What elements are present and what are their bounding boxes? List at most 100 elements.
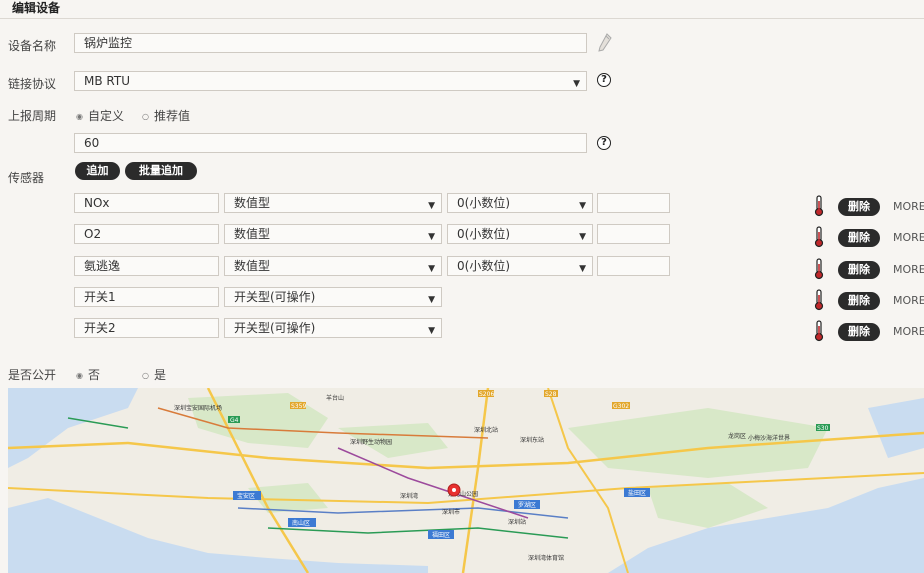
delete-sensor-button[interactable]: 删除: [838, 292, 880, 310]
more-link[interactable]: MORE: [893, 263, 924, 276]
sensor-type-select[interactable]: 数值型 ▼: [224, 193, 442, 213]
sensors-label: 传感器: [8, 171, 45, 185]
radio-recommended[interactable]: ○ 推荐值: [142, 107, 190, 124]
report-cycle-input[interactable]: 60: [74, 133, 587, 153]
map-place-label: 深圳市: [442, 508, 460, 516]
map-place-label: 深圳野生动物园: [350, 438, 392, 446]
chevron-down-icon: ▼: [428, 326, 435, 336]
sensor-type-select[interactable]: 开关型(可操作) ▼: [224, 287, 442, 307]
delete-sensor-button[interactable]: 删除: [838, 261, 880, 279]
chevron-down-icon: ▼: [579, 232, 586, 242]
chevron-down-icon: ▼: [428, 264, 435, 274]
page-header: 编辑设备: [0, 0, 924, 19]
protocol-value: MB RTU: [84, 74, 130, 88]
sensor-decimal-select[interactable]: 0(小数位) ▼: [447, 224, 593, 244]
chevron-down-icon: ▼: [579, 201, 586, 211]
map-road-badge: S359: [291, 403, 306, 410]
sensor-name-input[interactable]: 氨逃逸: [74, 256, 219, 276]
radio-selected-icon: ◉: [76, 371, 83, 380]
delete-sensor-button[interactable]: 删除: [838, 229, 880, 247]
chevron-down-icon: ▼: [579, 264, 586, 274]
delete-sensor-button[interactable]: 删除: [838, 198, 880, 216]
map-district-badge: 福田区: [432, 531, 450, 539]
radio-unselected-icon: ○: [142, 371, 149, 380]
question-circle-icon[interactable]: ?: [597, 73, 611, 87]
thermometer-icon: [814, 226, 824, 248]
more-link[interactable]: MORE: [893, 294, 924, 307]
edit-device-page: 编辑设备 设备名称 锅炉监控 链接协议 MB RTU ▼ ? 上报周期 ◉ 自定义…: [0, 0, 924, 573]
delete-sensor-button[interactable]: 删除: [838, 323, 880, 341]
sensor-unit-input[interactable]: [597, 224, 670, 244]
sensor-decimal-value: 0(小数位): [457, 259, 510, 273]
sensor-type-value: 数值型: [234, 227, 271, 241]
sensor-decimal-select[interactable]: 0(小数位) ▼: [447, 193, 593, 213]
map-place-label: 深圳北站: [474, 426, 498, 434]
public-label: 是否公开: [8, 368, 57, 382]
protocol-select[interactable]: MB RTU ▼: [74, 71, 587, 91]
sensor-unit-input[interactable]: [597, 193, 670, 213]
radio-custom[interactable]: ◉ 自定义: [76, 107, 124, 124]
chevron-down-icon: ▼: [573, 79, 580, 89]
radio-public-yes-label: 是: [154, 368, 167, 382]
chevron-down-icon: ▼: [428, 295, 435, 305]
protocol-label: 链接协议: [8, 77, 57, 91]
map-district-badge: 宝安区: [237, 492, 255, 500]
map-place-label: 深圳站: [508, 518, 526, 526]
radio-selected-icon: ◉: [76, 112, 83, 121]
more-link[interactable]: MORE: [893, 325, 924, 338]
map-place-label: 深圳湾: [400, 492, 418, 500]
page-title: 编辑设备: [12, 1, 61, 15]
map-pin-icon[interactable]: [447, 483, 461, 497]
pencil-icon[interactable]: [597, 33, 613, 53]
sensor-type-value: 数值型: [234, 196, 271, 210]
map-place-label: 深圳宝安国际机场: [174, 404, 222, 412]
map-place-label: 龙岗区: [728, 432, 746, 440]
sensor-type-select[interactable]: 数值型 ▼: [224, 224, 442, 244]
thermometer-icon: [814, 195, 824, 217]
device-name-label: 设备名称: [8, 39, 57, 53]
location-map[interactable]: 宝安区 南山区 福田区 罗湖区 盐田区 G4 S359 S206 S28 G30…: [8, 388, 924, 573]
sensor-name-input[interactable]: 开关1: [74, 287, 219, 307]
map-place-label: 深圳湾体育馆: [528, 554, 564, 562]
radio-unselected-icon: ○: [142, 112, 149, 121]
sensor-type-value: 数值型: [234, 259, 271, 273]
map-place-label: 羊台山: [326, 394, 344, 402]
map-road-badge: G4: [230, 417, 239, 424]
radio-public-yes[interactable]: ○ 是: [142, 366, 166, 383]
sensor-name-input[interactable]: NOx: [74, 193, 219, 213]
thermometer-icon: [814, 258, 824, 280]
device-name-input[interactable]: 锅炉监控: [74, 33, 587, 53]
map-road-badge: S206: [479, 391, 494, 398]
sensor-decimal-select[interactable]: 0(小数位) ▼: [447, 256, 593, 276]
sensor-type-value: 开关型(可操作): [234, 321, 316, 335]
batch-add-button[interactable]: 批量追加: [125, 162, 197, 180]
map-road-badge: S30: [817, 425, 829, 432]
radio-custom-label: 自定义: [88, 109, 125, 123]
sensor-decimal-value: 0(小数位): [457, 196, 510, 210]
sensor-type-select[interactable]: 开关型(可操作) ▼: [224, 318, 442, 338]
map-place-label: 小梅沙海洋世界: [748, 434, 790, 442]
sensor-type-value: 开关型(可操作): [234, 290, 316, 304]
map-place-label: 深圳东站: [520, 436, 544, 444]
map-district-badge: 盐田区: [628, 489, 646, 497]
more-link[interactable]: MORE: [893, 231, 924, 244]
thermometer-icon: [814, 289, 824, 311]
radio-recommended-label: 推荐值: [154, 109, 191, 123]
chevron-down-icon: ▼: [428, 232, 435, 242]
more-link[interactable]: MORE: [893, 200, 924, 213]
radio-public-no-label: 否: [88, 368, 101, 382]
sensor-decimal-value: 0(小数位): [457, 227, 510, 241]
sensor-unit-input[interactable]: [597, 256, 670, 276]
map-road-badge: S28: [545, 391, 557, 398]
sensor-name-input[interactable]: O2: [74, 224, 219, 244]
map-road-badge: G302: [613, 403, 629, 410]
map-canvas[interactable]: 宝安区 南山区 福田区 罗湖区 盐田区 G4 S359 S206 S28 G30…: [8, 388, 924, 573]
report-cycle-label: 上报周期: [8, 109, 57, 123]
radio-public-no[interactable]: ◉ 否: [76, 366, 100, 383]
sensor-type-select[interactable]: 数值型 ▼: [224, 256, 442, 276]
add-sensor-button[interactable]: 追加: [75, 162, 120, 180]
map-district-badge: 南山区: [292, 519, 310, 527]
sensor-name-input[interactable]: 开关2: [74, 318, 219, 338]
map-district-badge: 罗湖区: [518, 501, 536, 509]
question-circle-icon[interactable]: ?: [597, 136, 611, 150]
